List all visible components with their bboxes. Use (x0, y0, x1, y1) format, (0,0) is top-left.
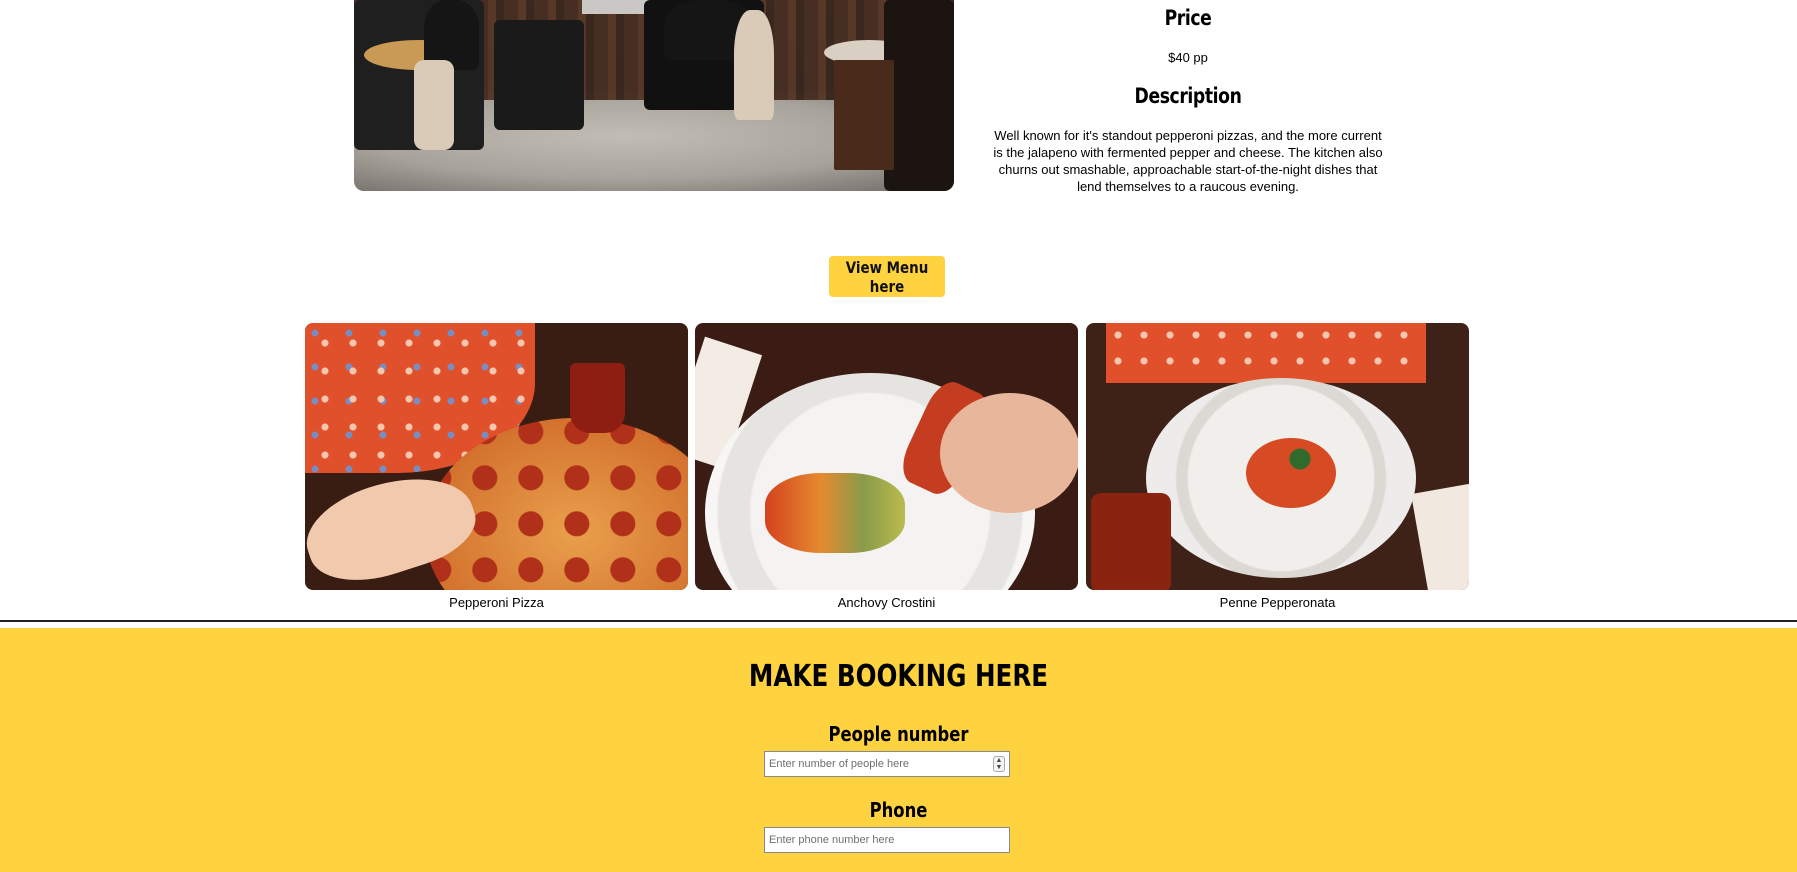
dish-caption: Penne Pepperonata (1219, 595, 1336, 610)
penne-pepperonata-photo (1086, 323, 1469, 590)
phone-input[interactable] (764, 827, 1010, 853)
number-stepper-icon[interactable]: ▲ ▼ (993, 756, 1005, 772)
dish-card-anchovy-crostini: Anchovy Crostini (695, 323, 1078, 610)
booking-title: MAKE BOOKING HERE (748, 659, 1049, 694)
view-menu-button[interactable]: View Menu here (829, 256, 945, 297)
dish-card-pepperoni-pizza: Pepperoni Pizza (305, 323, 688, 610)
people-number-field-wrap: ▲▼ (0, 751, 1797, 779)
dish-caption: Anchovy Crostini (837, 595, 936, 610)
restaurant-interior-photo (354, 0, 954, 191)
booking-section: MAKE BOOKING HERE People number ▲▼ Phone (0, 628, 1797, 872)
people-number-label: People number (828, 722, 969, 746)
anchovy-crostini-photo (695, 323, 1078, 590)
description-heading: Description (1134, 84, 1242, 108)
dish-caption: Pepperoni Pizza (449, 595, 544, 610)
view-menu-button-label: View Menu here (845, 257, 929, 296)
phone-label: Phone (869, 798, 928, 822)
price-heading: Price (1164, 6, 1212, 30)
people-number-input[interactable] (764, 751, 1010, 777)
pepperoni-pizza-photo (305, 323, 688, 590)
price-value: $40 pp (1168, 50, 1208, 65)
description-text: Well known for it's standout pepperoni p… (993, 128, 1383, 194)
dish-card-penne-pepperonata: Penne Pepperonata (1086, 323, 1469, 610)
section-divider (0, 620, 1797, 622)
